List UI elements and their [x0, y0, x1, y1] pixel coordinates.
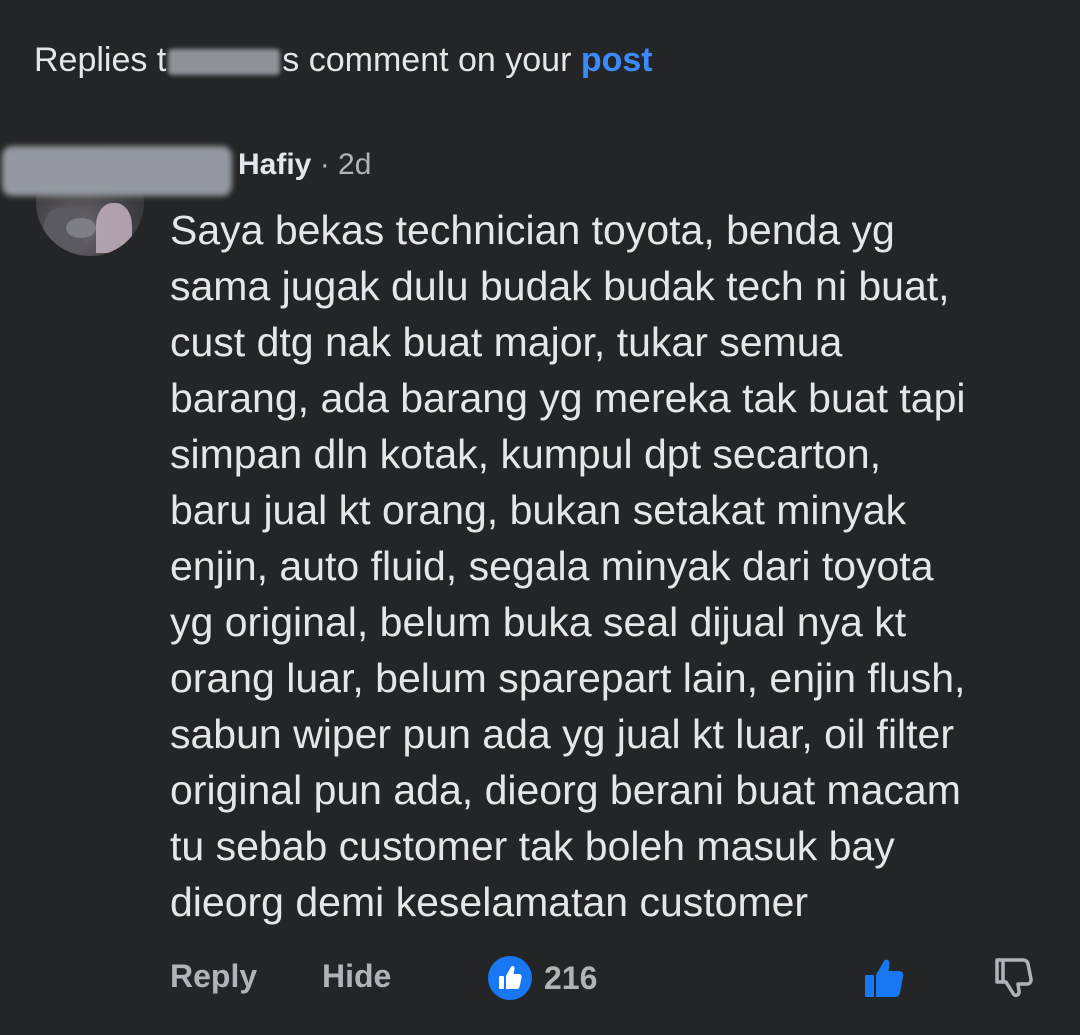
reply-button[interactable]: Reply	[170, 956, 257, 996]
comment-timestamp[interactable]: 2d	[338, 148, 371, 181]
comment-line: barang, ada barang yg mereka tak buat ta…	[170, 375, 966, 421]
replies-header: Replies t s comment on your post	[34, 38, 653, 82]
comment-actions: Reply Hide 216	[170, 956, 1050, 1000]
thumbs-up-icon	[488, 956, 532, 1000]
like-count: 216	[544, 960, 598, 996]
comment-meta: Hafiy · 2d	[238, 146, 371, 184]
comment-line: simpan dln kotak, kumpul dpt secarton,	[170, 431, 882, 477]
thumbs-up-icon[interactable]	[860, 954, 908, 1002]
comment-line: cust dtg nak buat major, tukar semua	[170, 319, 843, 365]
comment-line: yg original, belum buka seal dijual nya …	[170, 599, 907, 645]
comment-line: sama jugak dulu budak budak tech ni buat…	[170, 263, 950, 309]
comment-body: Saya bekas technician toyota, benda yg s…	[170, 202, 1070, 930]
comment-line: enjin, auto fluid, segala minyak dari to…	[170, 543, 934, 589]
post-link[interactable]: post	[581, 41, 653, 79]
hide-button[interactable]: Hide	[322, 956, 391, 996]
thumbs-down-icon[interactable]	[990, 954, 1038, 1002]
comment-line: orang luar, belum sparepart lain, enjin …	[170, 655, 966, 701]
header-prefix: Replies t	[34, 41, 167, 79]
comment-line: Saya bekas technician toyota, benda yg	[170, 207, 895, 253]
comment-line: original pun ada, dieorg berani buat mac…	[170, 767, 961, 813]
comment-line: tu sebab customer tak boleh masuk bay	[170, 823, 895, 869]
comment-line: dieorg demi keselamatan customer	[170, 879, 809, 925]
redacted-name	[168, 49, 281, 76]
comment-line: baru jual kt orang, bukan setakat minyak	[170, 487, 907, 533]
redacted-author-name	[2, 146, 232, 196]
comment-line: sabun wiper pun ada yg jual kt luar, oil…	[170, 711, 955, 757]
header-suffix: s comment on your	[282, 41, 581, 79]
author-name[interactable]: Hafiy	[238, 148, 311, 181]
meta-separator: ·	[319, 148, 330, 181]
